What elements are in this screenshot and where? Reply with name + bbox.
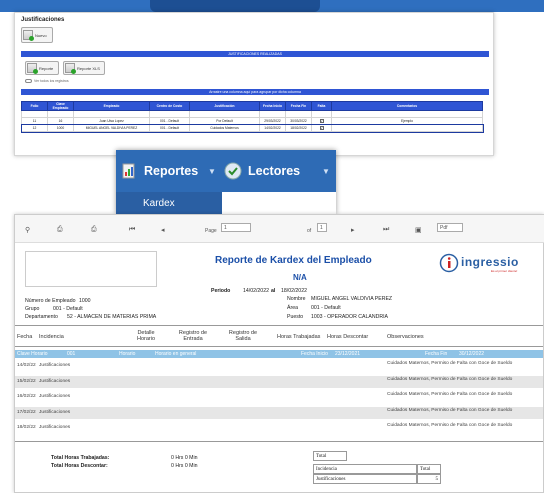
- top-bar-notch: [150, 0, 320, 12]
- page-count: 1: [317, 223, 327, 232]
- panel-title: Justificaciones: [21, 17, 65, 23]
- page-select[interactable]: 1: [221, 223, 251, 232]
- col-clave[interactable]: Clave Empleado: [47, 101, 74, 111]
- report-button[interactable]: Reporte: [25, 61, 59, 75]
- kardex-header: Fecha Incidencia Detalle Horario Registr…: [15, 325, 543, 347]
- first-page-icon[interactable]: ⏮: [129, 226, 135, 234]
- next-page-icon[interactable]: ▸: [351, 226, 355, 234]
- kardex-row: 17/02/22 Justificaciones Cuidados Matern…: [15, 407, 543, 419]
- page-label: Page: [205, 228, 217, 234]
- report-viewer: ⚲ ⎙ ⎙ ⏮ ◂ Page 1 of 1 ▸ ⏭ ▣ Pdf Reporte …: [14, 214, 544, 493]
- menu-lectores-label: Lectores: [248, 164, 301, 178]
- kardex-row: 15/02/22 Justificaciones Cuidados Matern…: [15, 376, 543, 388]
- report-xls-button[interactable]: Reporte XLS: [63, 61, 105, 75]
- toggle-label: Ver todos los registros: [34, 79, 69, 83]
- table-row[interactable]: 11 16 Juan Uisa Lopez 001 - Default Por …: [21, 117, 483, 125]
- justificaciones-panel: Justificaciones Nuevo JUSTIFICACIONES RE…: [14, 12, 494, 156]
- toggle-switch-icon: [25, 79, 32, 83]
- ingressio-logo: ingressio Es el primer cliente!: [439, 253, 535, 275]
- reports-menu: Reportes ▼ Lectores ▼ Kardex: [116, 150, 336, 214]
- menu-reportes[interactable]: Reportes ▼: [122, 156, 216, 186]
- menu-item-kardex[interactable]: Kardex: [116, 192, 222, 214]
- col-folio[interactable]: Folio: [21, 101, 48, 111]
- chevron-down-icon: ▼: [208, 167, 216, 176]
- justificaciones-band: JUSTIFICACIONES REALIZADAS: [21, 51, 489, 57]
- col-empleado[interactable]: Empleado: [73, 101, 150, 111]
- new-button-label: Nuevo: [35, 32, 47, 38]
- view-all-toggle[interactable]: Ver todos los registros: [25, 79, 69, 83]
- menu-lectores[interactable]: Lectores ▼: [224, 156, 330, 186]
- falta-checkbox[interactable]: ✓: [319, 119, 324, 123]
- kardex-row: 16/02/22 Justificaciones Cuidados Matern…: [17, 392, 513, 399]
- justificaciones-grid: Folio Clave Empleado Empleado Centro de …: [20, 101, 484, 133]
- ingressio-logo-icon: [439, 253, 459, 273]
- menu-bar: Reportes ▼ Lectores ▼: [116, 150, 336, 192]
- of-label: of: [307, 228, 312, 234]
- logo-text: ingressio: [461, 255, 519, 269]
- report-xls-button-label: Reporte XLS: [77, 65, 100, 71]
- kardex-row: 18/02/22 Justificaciones Cuidados Matern…: [17, 423, 513, 430]
- col-fecha-fin[interactable]: Fecha Fin: [285, 101, 312, 111]
- logo-tagline: Es el primer cliente!: [491, 269, 518, 273]
- table-row-selected[interactable]: 12 1000 MIGUEL ANGEL VALDIVIA PEREZ 001 …: [20, 123, 484, 133]
- company-image-placeholder: [25, 251, 157, 287]
- clock-check-icon: [224, 162, 242, 180]
- print-icon[interactable]: ⎙: [57, 226, 63, 234]
- filter-row[interactable]: [21, 110, 483, 118]
- report-icon: [27, 63, 38, 74]
- report-button-label: Reporte: [39, 65, 54, 71]
- menu-reportes-label: Reportes: [144, 164, 199, 178]
- save-icon[interactable]: ▣: [415, 226, 422, 234]
- kardex-row: 14/02/22 Justificaciones Cuidados Matern…: [17, 361, 513, 368]
- new-document-icon: [23, 30, 34, 41]
- last-page-icon[interactable]: ⏭: [383, 226, 389, 234]
- col-fecha-inicio[interactable]: Fecha Inicio: [259, 101, 286, 111]
- report-title: Reporte de Kardex del Empleado: [215, 255, 372, 266]
- col-justificacion[interactable]: Justificación: [189, 101, 260, 111]
- schedule-band: Clave Horario 001 Horario Horario en gen…: [15, 350, 543, 358]
- col-comentarios[interactable]: Comentarios: [331, 101, 483, 111]
- binoculars-icon[interactable]: ⚲: [25, 226, 30, 234]
- totals-table: Total Incidencia Total Justificaciones 5: [313, 451, 441, 489]
- excel-icon: [65, 63, 76, 74]
- print-layout-icon[interactable]: ⎙: [91, 226, 97, 234]
- viewer-toolbar: ⚲ ⎙ ⎙ ⏮ ◂ Page 1 of 1 ▸ ⏭ ▣ Pdf: [15, 215, 544, 243]
- chevron-down-icon: ▼: [322, 167, 330, 176]
- prev-page-icon[interactable]: ◂: [161, 226, 165, 234]
- falta-checkbox[interactable]: ✓: [319, 126, 324, 130]
- new-button[interactable]: Nuevo: [21, 27, 53, 43]
- report-subtitle: N/A: [293, 273, 307, 282]
- divider: [15, 441, 543, 442]
- col-centro[interactable]: Centro de Costo: [149, 101, 190, 111]
- report-document-icon: [122, 163, 135, 179]
- format-select[interactable]: Pdf: [437, 223, 463, 232]
- col-falta[interactable]: Falta: [311, 101, 332, 111]
- group-hint-band: Arrastre una columna aquí para agrupar p…: [21, 89, 489, 95]
